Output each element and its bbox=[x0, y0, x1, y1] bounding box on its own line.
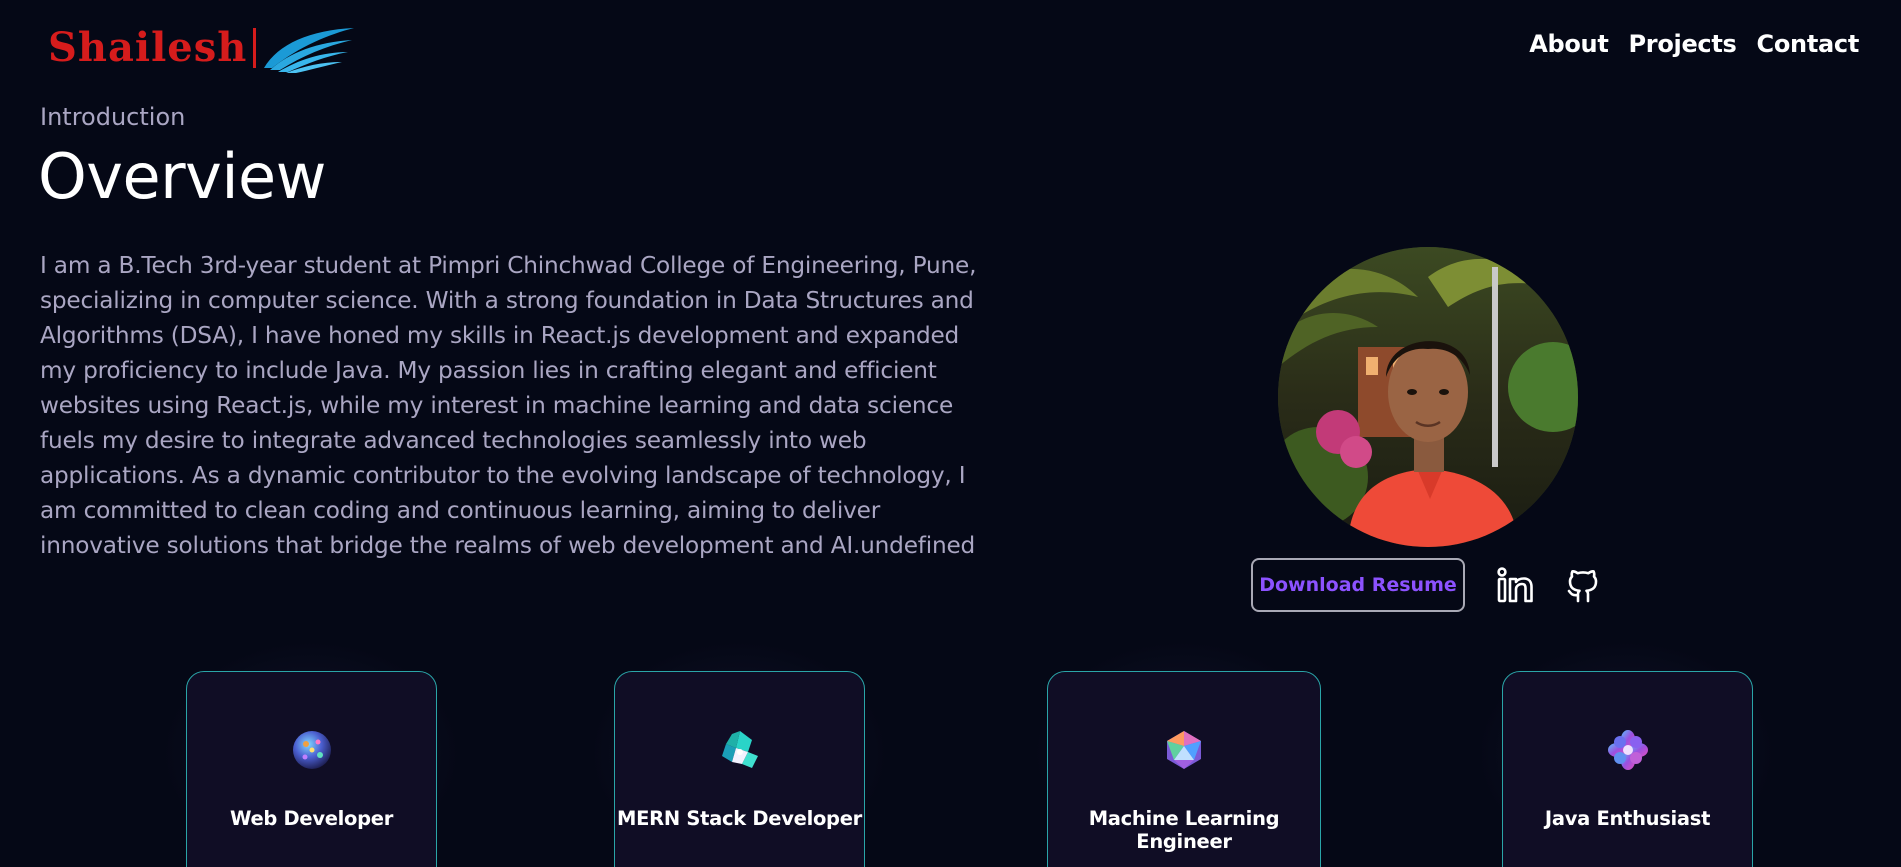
profile-photo-illustration bbox=[1278, 247, 1578, 547]
globe-orb-icon bbox=[292, 731, 331, 769]
logo[interactable]: Shailesh bbox=[48, 22, 356, 74]
card-title: Java Enthusiast bbox=[1544, 807, 1711, 830]
section-title: Overview bbox=[38, 140, 326, 213]
nav-link-about[interactable]: About bbox=[1529, 30, 1609, 58]
wings-logo-icon bbox=[264, 28, 355, 73]
github-icon bbox=[1567, 570, 1598, 603]
card-title: Machine Learning Engineer bbox=[1088, 807, 1280, 853]
card-title: Web Developer bbox=[229, 807, 394, 830]
service-card-mern-stack-developer[interactable]: MERN Stack Developer bbox=[614, 671, 865, 867]
service-card-java-enthusiast[interactable]: Java Enthusiast bbox=[1502, 671, 1753, 867]
linkedin-icon bbox=[1497, 567, 1533, 603]
bio-paragraph: I am a B.Tech 3rd-year student at Pimpri… bbox=[40, 252, 977, 559]
download-resume-button[interactable]: Download Resume bbox=[1251, 558, 1465, 612]
section-subtitle: Introduction bbox=[40, 103, 186, 131]
nav-link-projects[interactable]: Projects bbox=[1629, 30, 1737, 58]
card-title: MERN Stack Developer bbox=[617, 807, 862, 830]
logo-text: Shailesh bbox=[48, 24, 248, 71]
crystal-cluster-icon bbox=[721, 731, 758, 768]
icosahedron-icon bbox=[1167, 731, 1201, 769]
flower-gem-icon bbox=[1607, 730, 1648, 770]
nav-link-contact[interactable]: Contact bbox=[1757, 30, 1860, 58]
service-card-machine-learning-engineer[interactable]: Machine Learning Engineer bbox=[1047, 671, 1321, 867]
github-link[interactable] bbox=[1560, 562, 1606, 608]
service-card-web-developer[interactable]: Web Developer bbox=[186, 671, 437, 867]
linkedin-link[interactable] bbox=[1492, 562, 1538, 608]
profile-photo bbox=[1278, 247, 1578, 547]
logo-divider bbox=[253, 28, 257, 68]
nav-links: About Projects Contact bbox=[1529, 30, 1859, 58]
navbar: Shailesh About Projects Contact bbox=[0, 0, 1901, 96]
